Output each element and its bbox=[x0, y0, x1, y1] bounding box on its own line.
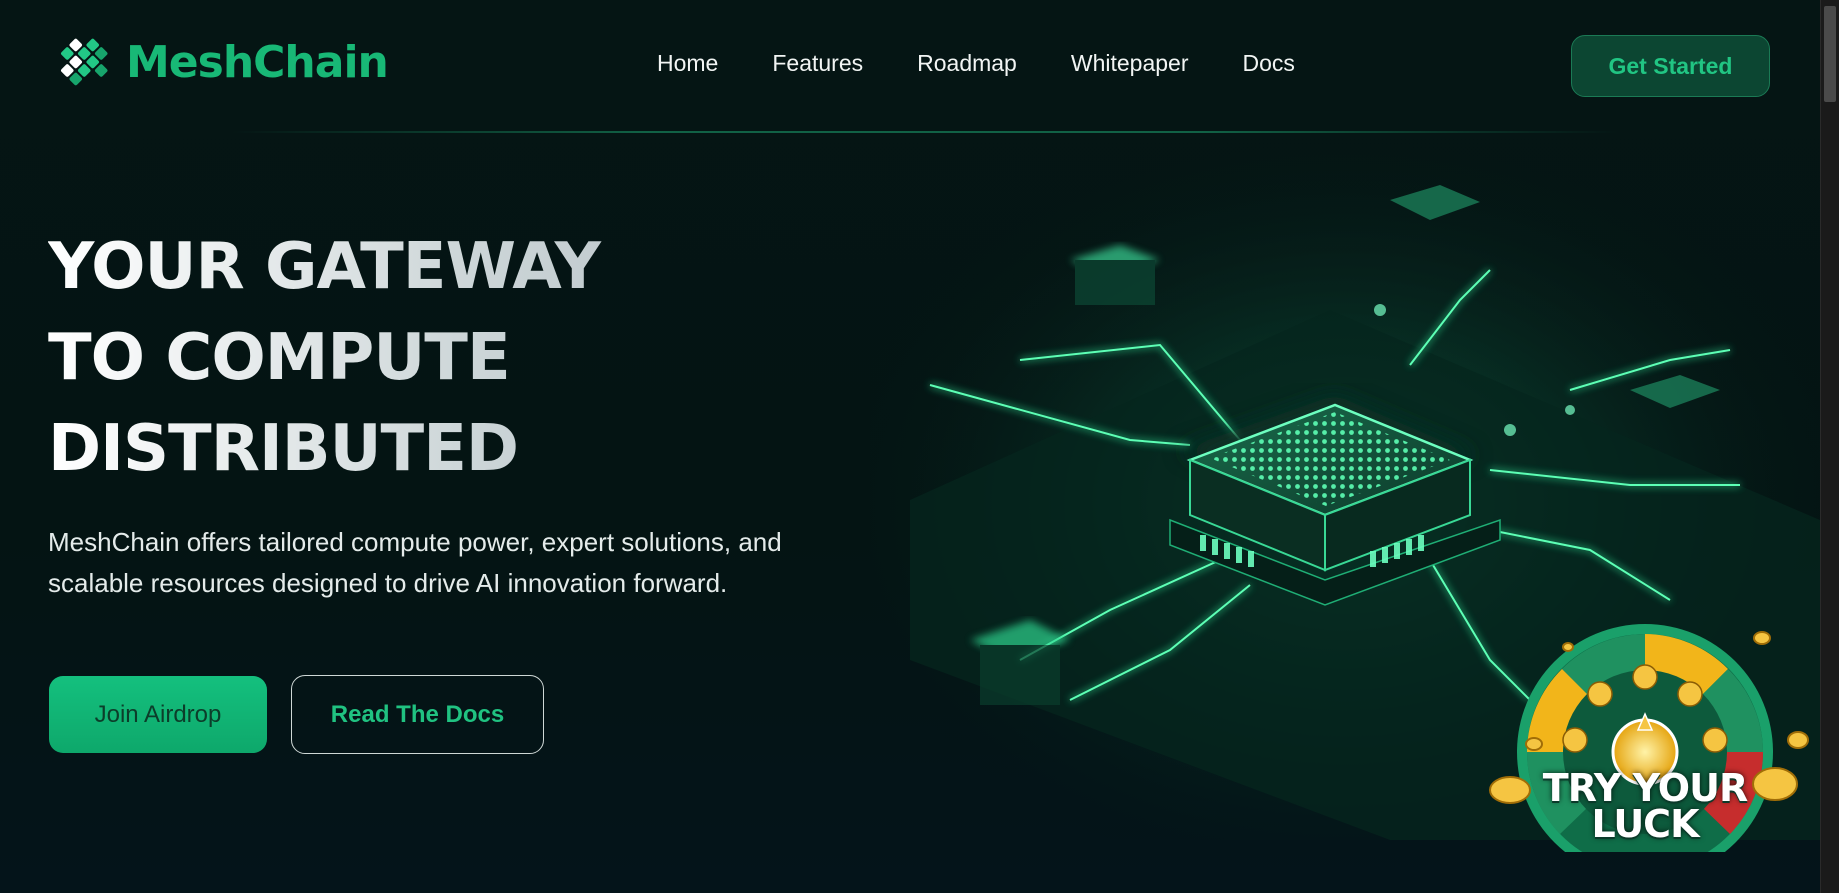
page-scrollbar[interactable] bbox=[1820, 0, 1839, 893]
get-started-button[interactable]: Get Started bbox=[1571, 35, 1770, 97]
scrollbar-thumb[interactable] bbox=[1824, 6, 1836, 102]
header-divider bbox=[230, 131, 1620, 133]
landing-page: MeshChain Home Features Roadmap Whitepap… bbox=[0, 0, 1820, 893]
main-nav: Home Features Roadmap Whitepaper Docs bbox=[657, 50, 1295, 77]
hero-title: YOUR GATEWAY TO COMPUTE DISTRIBUTED bbox=[48, 222, 808, 495]
try-your-luck-label: TRY YOUR LUCK bbox=[1480, 766, 1810, 846]
nav-home[interactable]: Home bbox=[657, 50, 718, 77]
hero-description: MeshChain offers tailored compute power,… bbox=[48, 527, 782, 598]
hero-title-line: YOUR GATEWAY bbox=[48, 230, 600, 304]
hero-title-line: TO COMPUTE bbox=[48, 321, 510, 395]
read-docs-button[interactable]: Read The Docs bbox=[291, 675, 544, 754]
nav-whitepaper[interactable]: Whitepaper bbox=[1071, 50, 1189, 77]
join-airdrop-button[interactable]: Join Airdrop bbox=[49, 676, 267, 753]
nav-roadmap[interactable]: Roadmap bbox=[917, 50, 1017, 77]
brand-logo[interactable]: MeshChain bbox=[48, 30, 389, 94]
hero-title-line: DISTRIBUTED bbox=[48, 412, 519, 486]
nav-features[interactable]: Features bbox=[772, 50, 863, 77]
lucky-line: LUCK bbox=[1591, 802, 1699, 846]
site-header: MeshChain Home Features Roadmap Whitepap… bbox=[0, 0, 1820, 133]
nav-docs[interactable]: Docs bbox=[1242, 50, 1294, 77]
meshchain-logo-icon bbox=[61, 38, 108, 86]
brand-name: MeshChain bbox=[126, 36, 389, 88]
lucky-wheel-widget[interactable]: TRY YOUR LUCK bbox=[1480, 622, 1820, 852]
lucky-line: TRY YOUR bbox=[1542, 766, 1748, 810]
